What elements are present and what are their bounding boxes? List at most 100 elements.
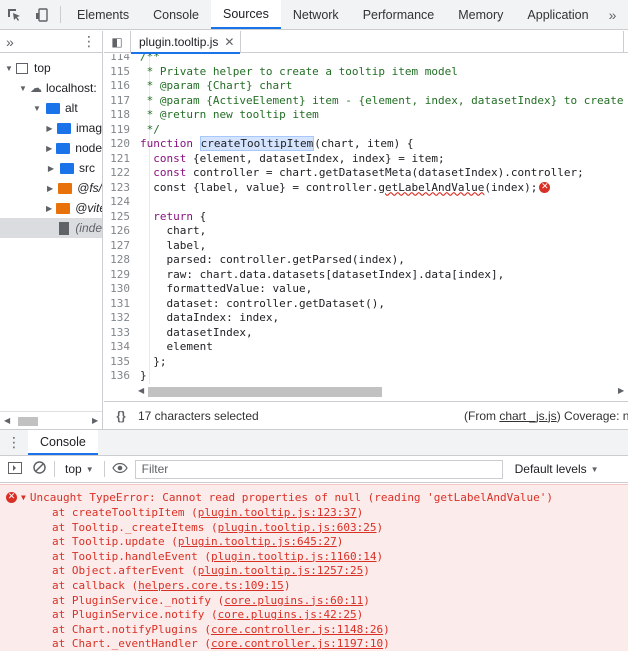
collapsed-triangle-icon[interactable]: ▶ [46, 124, 53, 133]
line-number[interactable]: 136 [104, 369, 140, 384]
tab-sources[interactable]: Sources [210, 0, 281, 29]
drawer-menu-icon[interactable]: ⋮ [0, 430, 28, 455]
tab-application[interactable]: Application [515, 0, 600, 29]
close-icon[interactable]: ✕ [224, 35, 234, 49]
code-line: 128 parsed: controller.getParsed(index), [104, 253, 628, 268]
tab-network[interactable]: Network [281, 0, 351, 29]
tree-item[interactable]: ▼ ☁ localhost: [0, 78, 102, 98]
inspect-element-icon[interactable] [0, 0, 28, 29]
stack-frame-link[interactable]: plugin.tooltip.js:645:27 [178, 535, 337, 548]
line-number[interactable]: 129 [104, 268, 140, 283]
live-expression-eye-icon[interactable] [111, 462, 129, 476]
sidebar-toggle-icon[interactable] [6, 461, 24, 477]
tree-item[interactable]: (inde [0, 218, 102, 238]
collapsed-triangle-icon[interactable]: ▶ [46, 144, 52, 153]
selection-info: 17 characters selected [138, 408, 259, 423]
drawer-tab-console[interactable]: Console [28, 430, 98, 455]
line-number[interactable]: 130 [104, 282, 140, 297]
scroll-left-icon[interactable]: ◀ [138, 386, 144, 395]
filter-input[interactable] [134, 459, 503, 479]
clear-console-icon[interactable] [30, 461, 48, 477]
tab-performance[interactable]: Performance [351, 0, 447, 29]
keyword: return [153, 209, 193, 223]
expand-triangle-icon[interactable]: ▼ [21, 493, 26, 502]
line-number[interactable]: 125 [104, 210, 140, 225]
scroll-left-icon[interactable]: ◀ [4, 416, 10, 425]
collapsed-triangle-icon[interactable]: ▶ [46, 204, 52, 213]
expanded-triangle-icon[interactable]: ▼ [18, 84, 28, 93]
tab-elements[interactable]: Elements [65, 0, 141, 29]
context-selector[interactable]: top ▼ [61, 462, 98, 476]
tree-item[interactable]: ▶ imag [0, 118, 102, 138]
stack-frame-link[interactable]: plugin.tooltip.js:1257:25 [198, 564, 364, 577]
error-header[interactable]: ✕ ▼ Uncaught TypeError: Cannot read prop… [6, 491, 553, 504]
stack-frame-link[interactable]: plugin.tooltip.js:1160:14 [211, 550, 377, 563]
stack-frame-link[interactable]: helpers.core.ts:109:15 [138, 579, 284, 592]
tree-item[interactable]: ▶ @vite [0, 198, 102, 218]
line-number[interactable]: 126 [104, 224, 140, 239]
stack-frame-link[interactable]: core.plugins.js:60:11 [224, 594, 363, 607]
line-number[interactable]: 127 [104, 239, 140, 254]
line-number[interactable]: 131 [104, 297, 140, 312]
code-text: * @param {ActiveElement} item - {element… [146, 93, 624, 107]
line-number[interactable]: 118 [104, 108, 140, 123]
file-tab-plugin-tooltip[interactable]: plugin.tooltip.js ✕ [130, 30, 242, 54]
line-number[interactable]: 128 [104, 253, 140, 268]
line-number[interactable]: 115 [104, 65, 140, 80]
tree-item[interactable]: ▼ alt [0, 98, 102, 118]
line-number[interactable]: 132 [104, 311, 140, 326]
stack-frame-link[interactable]: core.controller.js:1148:26 [211, 623, 383, 636]
code-text: * @param {Chart} chart [140, 79, 293, 92]
line-number[interactable]: 135 [104, 355, 140, 370]
stack-frame-link[interactable]: core.controller.js:1197:10 [211, 637, 383, 650]
tree-item[interactable]: ▶ src [0, 158, 102, 178]
line-number[interactable]: 124 [104, 195, 140, 210]
line-number[interactable]: 123 [104, 181, 140, 196]
navigator-scrollbar[interactable]: ◀ ▶ [0, 411, 102, 429]
pretty-print-icon[interactable]: {} [104, 409, 138, 423]
line-number[interactable]: 122 [104, 166, 140, 181]
log-levels-dropdown[interactable]: Default levels ▼ [515, 462, 599, 476]
scrollbar-thumb[interactable] [148, 387, 382, 397]
collapsed-triangle-icon[interactable]: ▶ [46, 164, 56, 173]
code-text: formattedValue: value, [140, 282, 313, 295]
editor-horizontal-scrollbar[interactable]: ◀ ▶ [104, 384, 628, 400]
line-number[interactable]: 116 [104, 79, 140, 94]
stack-frame-function: at Chart._eventHandler [52, 637, 198, 651]
line-number[interactable]: 133 [104, 326, 140, 341]
more-tabs-icon[interactable]: » [601, 0, 625, 29]
tab-memory[interactable]: Memory [446, 0, 515, 29]
scroll-right-icon[interactable]: ▶ [618, 386, 624, 395]
navigator-menu-icon[interactable]: ⋮ [82, 33, 96, 50]
expanded-triangle-icon[interactable]: ▼ [4, 64, 14, 73]
line-number[interactable]: 120 [104, 137, 140, 152]
scroll-right-icon[interactable]: ▶ [92, 416, 98, 425]
toggle-navigator-icon[interactable]: ◧ [104, 35, 130, 49]
code-line: 124 [104, 195, 628, 210]
cloud-icon: ☁ [30, 81, 42, 95]
code-line: 114/** [104, 54, 628, 65]
source-map-link[interactable]: chart _js.js [499, 409, 556, 423]
line-number[interactable]: 134 [104, 340, 140, 355]
tree-item[interactable]: ▶ @fs/ [0, 178, 102, 198]
collapsed-triangle-icon[interactable]: ▶ [46, 184, 54, 193]
line-number[interactable]: 119 [104, 123, 140, 138]
keyword: const [153, 166, 187, 179]
device-toolbar-icon[interactable] [28, 0, 56, 29]
scrollbar-thumb[interactable] [18, 417, 38, 426]
line-number[interactable]: 114 [104, 54, 140, 65]
code-editor[interactable]: 114/** 115 * Private helper to create a t… [104, 54, 628, 384]
tree-item[interactable]: ▼ top [0, 58, 102, 78]
tab-console[interactable]: Console [141, 0, 211, 29]
line-number[interactable]: 121 [104, 152, 140, 167]
error-icon[interactable]: ✕ [539, 182, 551, 193]
line-number[interactable]: 117 [104, 94, 140, 109]
error-text: Uncaught TypeError: Cannot read properti… [29, 491, 554, 504]
more-panels-icon[interactable]: » [6, 34, 14, 50]
stack-frame-link[interactable]: core.plugins.js:42:25 [218, 608, 357, 621]
frame-icon [16, 62, 28, 74]
stack-frame-link[interactable]: plugin.tooltip.js:603:25 [218, 521, 377, 534]
stack-frame-link[interactable]: plugin.tooltip.js:123:37 [198, 506, 357, 519]
tree-item[interactable]: ▶ node [0, 138, 102, 158]
expanded-triangle-icon[interactable]: ▼ [32, 104, 42, 113]
